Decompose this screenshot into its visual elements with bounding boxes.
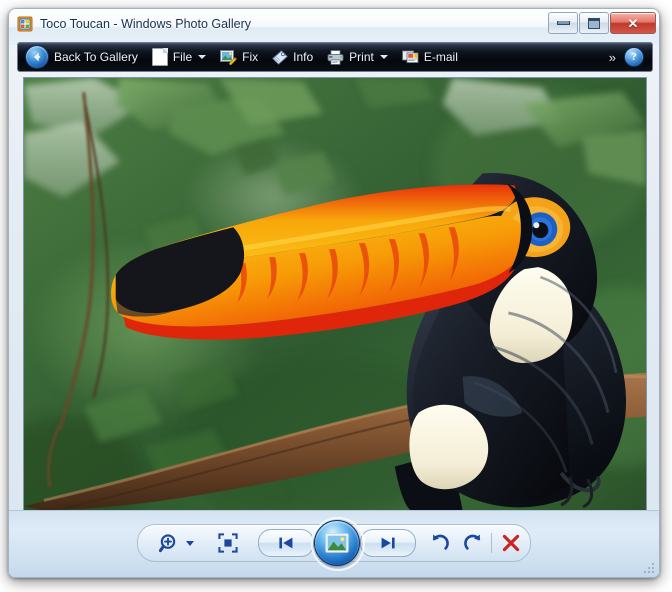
back-to-gallery-button[interactable]: Back To Gallery	[18, 43, 145, 71]
close-button[interactable]: ✕	[610, 12, 656, 34]
desktop-background: Toco Toucan - Windows Photo Gallery ✕ Ba…	[0, 0, 672, 592]
email-icon	[402, 50, 419, 65]
minimize-button[interactable]	[548, 12, 578, 34]
minimize-icon	[556, 21, 570, 25]
zoom-button[interactable]	[148, 528, 205, 558]
bottom-toolbar-panel	[9, 510, 659, 577]
rotate-cw-button[interactable]	[456, 528, 491, 558]
print-label: Print	[349, 50, 374, 64]
next-icon	[381, 537, 395, 549]
rotate-cw-icon	[464, 534, 481, 550]
toucan-photo	[24, 78, 646, 510]
help-button[interactable]: ?	[624, 47, 644, 67]
previous-icon	[279, 537, 293, 549]
maximize-icon	[588, 17, 600, 29]
resize-grip[interactable]	[643, 562, 656, 575]
fix-picture-icon	[220, 49, 238, 66]
back-to-gallery-label: Back To Gallery	[54, 50, 138, 64]
next-pill	[359, 529, 416, 557]
printer-icon	[327, 49, 344, 65]
slideshow-circle	[310, 517, 365, 571]
close-icon: ✕	[627, 15, 639, 31]
previous-pill	[257, 529, 314, 557]
rotate-ccw-button[interactable]	[422, 528, 457, 558]
fit-to-window-icon	[218, 533, 239, 553]
photo-gallery-icon	[17, 16, 33, 32]
delete-button[interactable]	[492, 528, 530, 558]
previous-button[interactable]	[257, 528, 314, 558]
photo-gallery-window: Toco Toucan - Windows Photo Gallery ✕ Ba…	[8, 8, 660, 578]
info-tag-icon	[272, 49, 288, 65]
fix-label: Fix	[242, 50, 259, 64]
info-label: Info	[293, 50, 314, 64]
info-button[interactable]: Info	[265, 43, 320, 71]
fit-to-window-button[interactable]	[205, 528, 252, 558]
rotate-ccw-icon	[432, 534, 449, 550]
back-arrow-icon	[25, 45, 49, 69]
photo-viewport[interactable]	[23, 77, 647, 511]
title-bar[interactable]: Toco Toucan - Windows Photo Gallery ✕	[9, 9, 659, 39]
file-menu-button[interactable]: File	[145, 43, 213, 71]
email-label: E-mail	[423, 50, 458, 64]
email-button[interactable]: E-mail	[395, 43, 465, 71]
maximize-button[interactable]	[579, 12, 609, 34]
file-page-icon	[151, 48, 168, 66]
file-menu-label: File	[172, 50, 193, 64]
magnifier-plus-icon	[159, 533, 176, 552]
chevron-down-icon	[198, 55, 207, 59]
toolbar-overflow-button[interactable]: »	[601, 50, 624, 65]
print-menu-button[interactable]: Print	[320, 43, 395, 71]
delete-x-icon	[502, 534, 520, 552]
playback-controls	[137, 517, 531, 571]
slideshow-button[interactable]	[310, 517, 365, 571]
window-title: Toco Toucan - Windows Photo Gallery	[40, 17, 251, 31]
chevron-down-icon	[186, 540, 195, 546]
window-controls: ✕	[547, 12, 656, 34]
toolbar: Back To Gallery File Fix Info Print E-ma…	[17, 42, 653, 72]
slideshow-picture-icon	[325, 533, 349, 553]
fix-button[interactable]: Fix	[213, 43, 265, 71]
chevron-down-icon	[379, 55, 388, 59]
next-button[interactable]	[359, 528, 416, 558]
